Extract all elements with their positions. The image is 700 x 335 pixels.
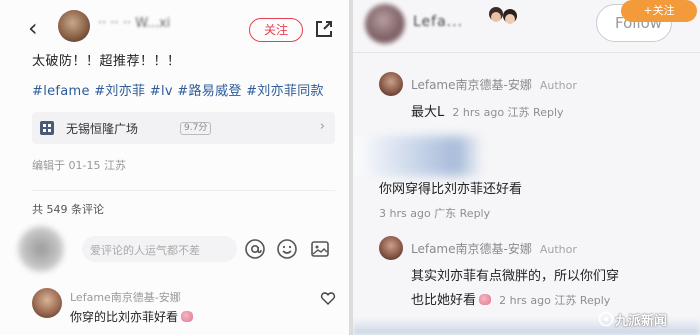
edit-meta: 编辑于 01-15 江苏 xyxy=(32,159,126,172)
commenter-name[interactable]: Lefame南京德基-安娜 xyxy=(70,289,181,305)
location-card[interactable]: 无锡恒隆广场 9.7分 › xyxy=(32,112,335,144)
commenter-avatar[interactable] xyxy=(379,72,403,96)
faces-icon xyxy=(489,7,517,24)
comment-text-content: 你穿的比刘亦菲好看 xyxy=(70,310,179,324)
poster-avatar[interactable] xyxy=(365,4,405,44)
comment-input-placeholder: 爱评论的人运气都不差 xyxy=(90,244,200,257)
comment-text-line1: 其实刘亦菲有点微胖的，所以你们穿 xyxy=(411,269,620,284)
commenter-name-text: Lefame南京德基-安娜 xyxy=(411,78,532,92)
back-button[interactable]: ‹ xyxy=(28,14,38,42)
image-icon[interactable] xyxy=(309,238,331,260)
blush-emoji-icon xyxy=(479,294,492,305)
watermark-logo-icon xyxy=(598,311,614,327)
author-badge: Author xyxy=(539,243,577,256)
location-name: 无锡恒隆广场 xyxy=(66,122,139,136)
comment-text: 最大L 2 hrs ago 江苏 Reply xyxy=(411,101,564,120)
watermark: 九派新闻 xyxy=(615,314,668,329)
comment-text-content: 也比她好看 xyxy=(411,293,477,308)
comment-meta[interactable]: 2 hrs ago 江苏 Reply xyxy=(452,106,563,119)
commenter-name-text: Lefame南京德基-安娜 xyxy=(411,242,532,256)
post-tags[interactable]: #lefame #刘亦菲 #lv #路易威登 #刘亦菲同款 xyxy=(32,80,324,99)
follow-plus-button[interactable]: +关注 xyxy=(621,0,697,22)
poster-username[interactable]: ·· ·· ·· W...xi xyxy=(98,16,170,31)
comment-text-content: 最大L xyxy=(411,105,445,120)
comment-input[interactable]: 爱评论的人运气都不差 xyxy=(82,236,237,262)
at-icon[interactable] xyxy=(244,238,266,260)
heart-icon[interactable] xyxy=(320,290,336,306)
post-text: 太破防！！超推荐！！！ xyxy=(32,54,181,69)
divider xyxy=(32,190,335,191)
right-screenshot-panel: Lefa... Follow +关注 Lefame南京德基-安娜 Author 最… xyxy=(353,0,700,335)
commenter-name[interactable]: Lefame南京德基-安娜 Author xyxy=(411,76,577,93)
comment-meta[interactable]: 2 hrs ago 江苏 Reply xyxy=(499,294,610,307)
blurred-avatar-region xyxy=(353,136,483,176)
divider xyxy=(353,52,700,53)
left-screenshot-panel: ‹ ·· ·· ·· W...xi 关注 太破防！！超推荐！！！ #lefame… xyxy=(0,0,349,335)
poster-avatar[interactable] xyxy=(58,10,90,42)
current-user-avatar xyxy=(18,226,64,272)
commenter-avatar[interactable] xyxy=(32,288,62,318)
comment-text-line2: 也比她好看 2 hrs ago 江苏 Reply xyxy=(411,289,610,308)
commenter-name[interactable]: Lefame南京德基-安娜 Author xyxy=(411,240,577,257)
poster-username[interactable]: Lefa... xyxy=(413,14,463,30)
follow-button[interactable]: 关注 xyxy=(249,18,303,42)
comment-meta[interactable]: 3 hrs ago 广东 Reply xyxy=(379,205,490,221)
comment-count: 共 549 条评论 xyxy=(32,203,104,216)
location-rating: 9.7分 xyxy=(180,122,212,135)
comment-text: 你穿的比刘亦菲好看 xyxy=(70,308,194,325)
commenter-avatar[interactable] xyxy=(379,236,403,260)
smile-icon[interactable] xyxy=(276,238,298,260)
blush-emoji-icon xyxy=(181,311,194,322)
building-icon xyxy=(40,121,54,135)
chevron-right-icon: › xyxy=(319,119,325,134)
comment-text: 你网穿得比刘亦菲还好看 xyxy=(379,182,523,197)
author-badge: Author xyxy=(539,79,577,92)
share-icon[interactable] xyxy=(313,18,335,40)
